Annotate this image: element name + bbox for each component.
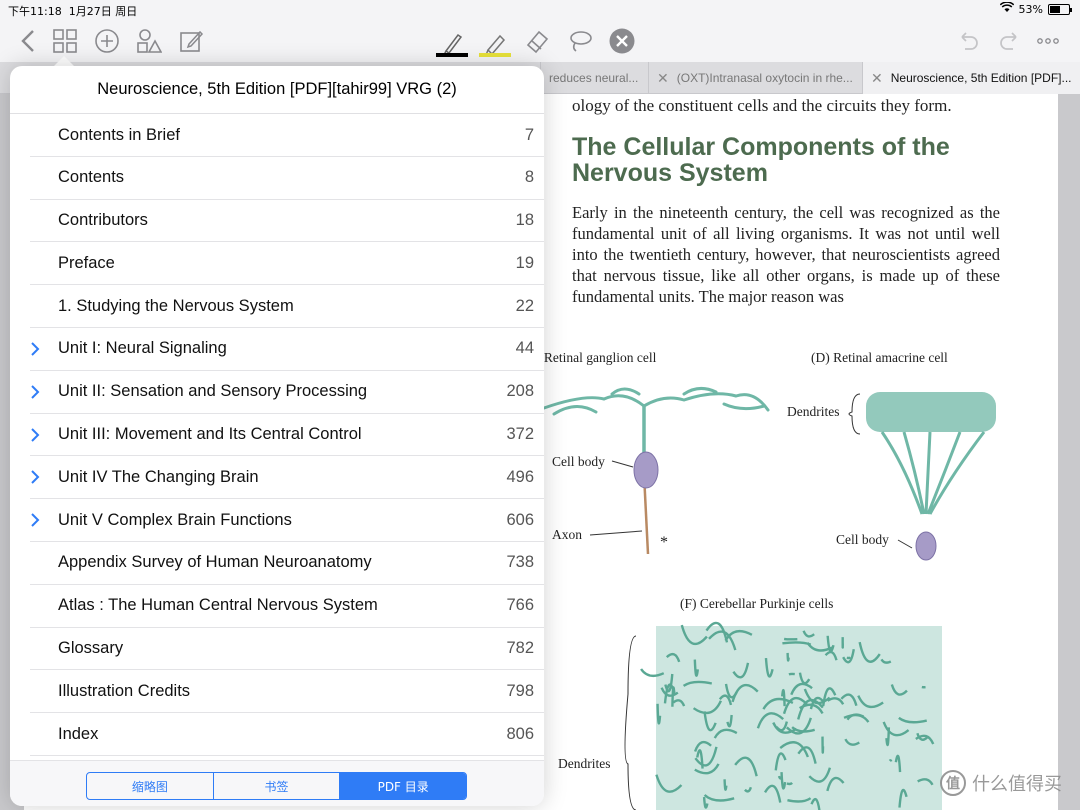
segment-thumbnails[interactable]: 缩略图: [87, 773, 214, 799]
toc-row[interactable]: Preface 19: [10, 242, 544, 286]
toc-item-label: Unit V Complex Brain Functions: [58, 510, 292, 529]
toc-item-label: Glossary: [58, 639, 124, 658]
pen-color-indicator: [436, 53, 468, 57]
toc-item-label: Contents in Brief: [58, 125, 180, 144]
tab-close-icon[interactable]: ✕: [657, 70, 669, 87]
eraser-icon[interactable]: [522, 26, 552, 56]
watermark-text: 什么值得买: [972, 774, 1062, 795]
close-icon[interactable]: [607, 26, 637, 56]
popover-footer: 缩略图 书签 PDF 目录: [10, 760, 544, 806]
tab-reduces-neural[interactable]: reduces neural...: [540, 62, 648, 94]
toc-row[interactable]: Unit III: Movement and Its Central Contr…: [10, 414, 544, 457]
purkinje-cells-illustration: [640, 621, 942, 810]
chevron-right-icon[interactable]: [30, 427, 40, 443]
toc-item-page: 19: [515, 253, 534, 272]
chevron-right-icon[interactable]: [30, 341, 40, 357]
status-time: 下午11:18 1月27日 周日: [8, 5, 138, 18]
back-icon[interactable]: [14, 26, 44, 56]
toc-item-label: Index: [58, 724, 99, 743]
tab-oxytocin[interactable]: ✕ (OXT)Intranasal oxytocin in rhe...: [648, 62, 862, 94]
toc-item-page: 806: [506, 724, 534, 743]
battery-icon: [1048, 3, 1072, 15]
watermark: 值 什么值得买: [940, 770, 1062, 796]
toc-item-page: 766: [506, 596, 534, 615]
toc-item-label: Appendix Survey of Human Neuroanatomy: [58, 553, 372, 572]
edit-icon[interactable]: [176, 26, 206, 56]
toc-list: Contents in Brief 7 Contents 8 Contributors 1…: [10, 114, 544, 756]
more-icon[interactable]: [1033, 26, 1063, 56]
toc-row[interactable]: Unit I: Neural Signaling 44: [10, 328, 544, 371]
toc-item-page: 208: [506, 382, 534, 401]
toc-row[interactable]: Unit V Complex Brain Functions 606: [10, 499, 544, 542]
toc-row[interactable]: Index 806: [10, 713, 544, 756]
view-segmented-control: 缩略图 书签 PDF 目录: [86, 772, 467, 800]
toc-item-page: 8: [524, 168, 534, 187]
toc-row[interactable]: Contents in Brief 7: [10, 114, 544, 157]
toc-item-page: 496: [506, 467, 534, 486]
toc-row[interactable]: Appendix Survey of Human Neuroanatomy 738: [10, 542, 544, 585]
chevron-right-icon[interactable]: [30, 512, 40, 528]
toc-item-label: 1. Studying the Nervous System: [58, 296, 294, 315]
toc-item-label: Unit IV The Changing Brain: [58, 467, 259, 486]
toc-row[interactable]: Atlas : The Human Central Nervous System…: [10, 585, 544, 628]
highlighter-color-indicator: [479, 53, 511, 57]
shapes-icon[interactable]: [134, 26, 164, 56]
toc-item-page: 606: [506, 510, 534, 529]
popover-title: Neuroscience, 5th Edition [PDF][tahir99]…: [10, 66, 544, 114]
undo-icon[interactable]: [952, 26, 982, 56]
toc-item-label: Unit II: Sensation and Sensory Processin…: [58, 382, 368, 401]
segment-pdf-toc[interactable]: PDF 目录: [340, 773, 466, 799]
tab-neuroscience[interactable]: ✕ Neuroscience, 5th Edition [PDF]...: [862, 62, 1080, 94]
wifi-icon: [999, 1, 1014, 16]
toc-item-page: 798: [506, 681, 534, 700]
chevron-right-icon[interactable]: [30, 384, 40, 400]
toc-row[interactable]: Contributors 18: [10, 200, 544, 243]
toc-item-label: Illustration Credits: [58, 681, 191, 700]
battery-percentage: 53%: [1018, 2, 1043, 16]
toc-item-label: Unit I: Neural Signaling: [58, 339, 227, 358]
retinal-ganglion-cell-illustration: [542, 387, 770, 456]
watermark-logo: 值: [940, 770, 966, 796]
ganglion-cell-body: [633, 451, 659, 489]
toc-popover: Neuroscience, 5th Edition [PDF][tahir99]…: [10, 66, 544, 806]
toc-item-page: 7: [524, 125, 534, 144]
toc-row[interactable]: Contents 8: [10, 157, 544, 200]
toc-item-label: Preface: [58, 253, 115, 272]
toc-item-page: 372: [506, 425, 534, 444]
retinal-amacrine-cell-illustration: [866, 392, 996, 561]
toc-item-label: Unit III: Movement and Its Central Contr…: [58, 425, 362, 444]
add-icon[interactable]: [92, 26, 122, 56]
toc-item-page: 44: [515, 339, 534, 358]
tab-close-icon[interactable]: ✕: [871, 70, 883, 87]
toc-item-page: 18: [515, 211, 534, 230]
toc-item-page: 22: [515, 296, 534, 315]
segment-bookmarks[interactable]: 书签: [214, 773, 341, 799]
toc-item-label: Atlas : The Human Central Nervous System: [58, 596, 378, 615]
chevron-right-icon[interactable]: [30, 469, 40, 485]
toc-row[interactable]: Glossary 782: [10, 628, 544, 671]
toc-row[interactable]: Unit II: Sensation and Sensory Processin…: [10, 371, 544, 414]
toc-item-page: 738: [506, 553, 534, 572]
toc-item-label: Contributors: [58, 211, 148, 230]
toc-row[interactable]: Illustration Credits 798: [10, 670, 544, 714]
toc-item-page: 782: [506, 639, 534, 658]
toc-row[interactable]: Unit IV The Changing Brain 496: [10, 456, 544, 500]
lasso-icon[interactable]: [565, 26, 595, 56]
popover-arrow: [54, 56, 74, 66]
status-bar: 下午11:18 1月27日 周日 53%: [0, 0, 1080, 20]
grid-icon[interactable]: [50, 26, 80, 56]
toolbar: [0, 20, 1080, 62]
redo-icon[interactable]: [996, 26, 1026, 56]
toc-row[interactable]: 1. Studying the Nervous System 22: [10, 285, 544, 328]
toc-item-label: Contents: [58, 168, 125, 187]
